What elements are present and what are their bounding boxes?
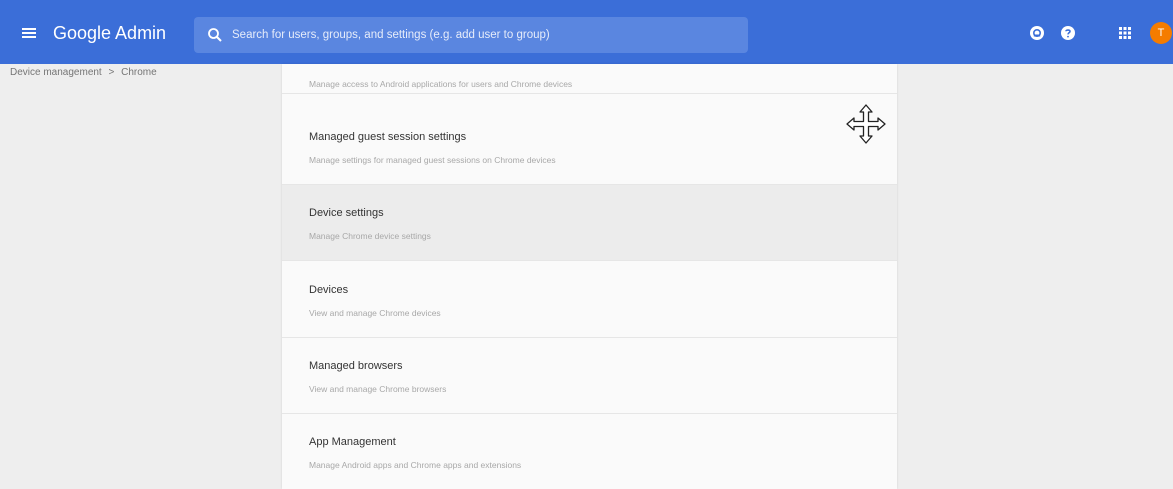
row-title: Devices [309, 284, 349, 296]
app-title[interactable]: Google Admin [53, 22, 166, 44]
row-description: Manage Android apps and Chrome apps and … [309, 460, 522, 470]
menu-icon[interactable] [22, 27, 36, 39]
avatar[interactable]: T [1150, 22, 1172, 44]
top-app-bar: Google Admin T [0, 0, 1173, 64]
apps-grid-icon[interactable] [1117, 25, 1133, 41]
row-description: View and manage Chrome devices [309, 308, 441, 318]
row-description: Manage Chrome device settings [309, 231, 431, 241]
row-description: Manage settings for managed guest sessio… [309, 155, 556, 165]
row-title: Managed guest session settings [309, 131, 467, 143]
row-title: Managed browsers [309, 360, 403, 372]
row-title: Device settings [309, 207, 384, 219]
settings-row-app-management[interactable]: App Management Manage Android apps and C… [282, 414, 897, 489]
settings-row-managed-guest-session[interactable]: Managed guest session settings Manage se… [282, 109, 897, 185]
settings-row-devices[interactable]: Devices View and manage Chrome devices [282, 262, 897, 338]
search-icon [208, 28, 222, 42]
settings-row-device-settings[interactable]: Device settings Manage Chrome device set… [282, 185, 897, 261]
help-icon[interactable] [1060, 25, 1076, 41]
row-description: View and manage Chrome browsers [309, 384, 447, 394]
breadcrumb-separator: > [108, 67, 115, 78]
settings-row-android-apps[interactable]: Manage access to Android applications fo… [282, 64, 897, 94]
settings-panel: Manage access to Android applications fo… [282, 64, 897, 489]
support-icon[interactable] [1029, 25, 1045, 41]
row-title: App Management [309, 436, 396, 448]
move-cursor-icon [846, 104, 886, 144]
breadcrumb: Device management > Chrome [10, 67, 157, 78]
breadcrumb-item-device-management[interactable]: Device management [10, 67, 102, 78]
search-box[interactable] [194, 17, 748, 53]
settings-row-managed-browsers[interactable]: Managed browsers View and manage Chrome … [282, 338, 897, 414]
row-description: Manage access to Android applications fo… [309, 79, 573, 89]
search-input[interactable] [232, 17, 732, 53]
breadcrumb-item-chrome[interactable]: Chrome [121, 67, 157, 78]
